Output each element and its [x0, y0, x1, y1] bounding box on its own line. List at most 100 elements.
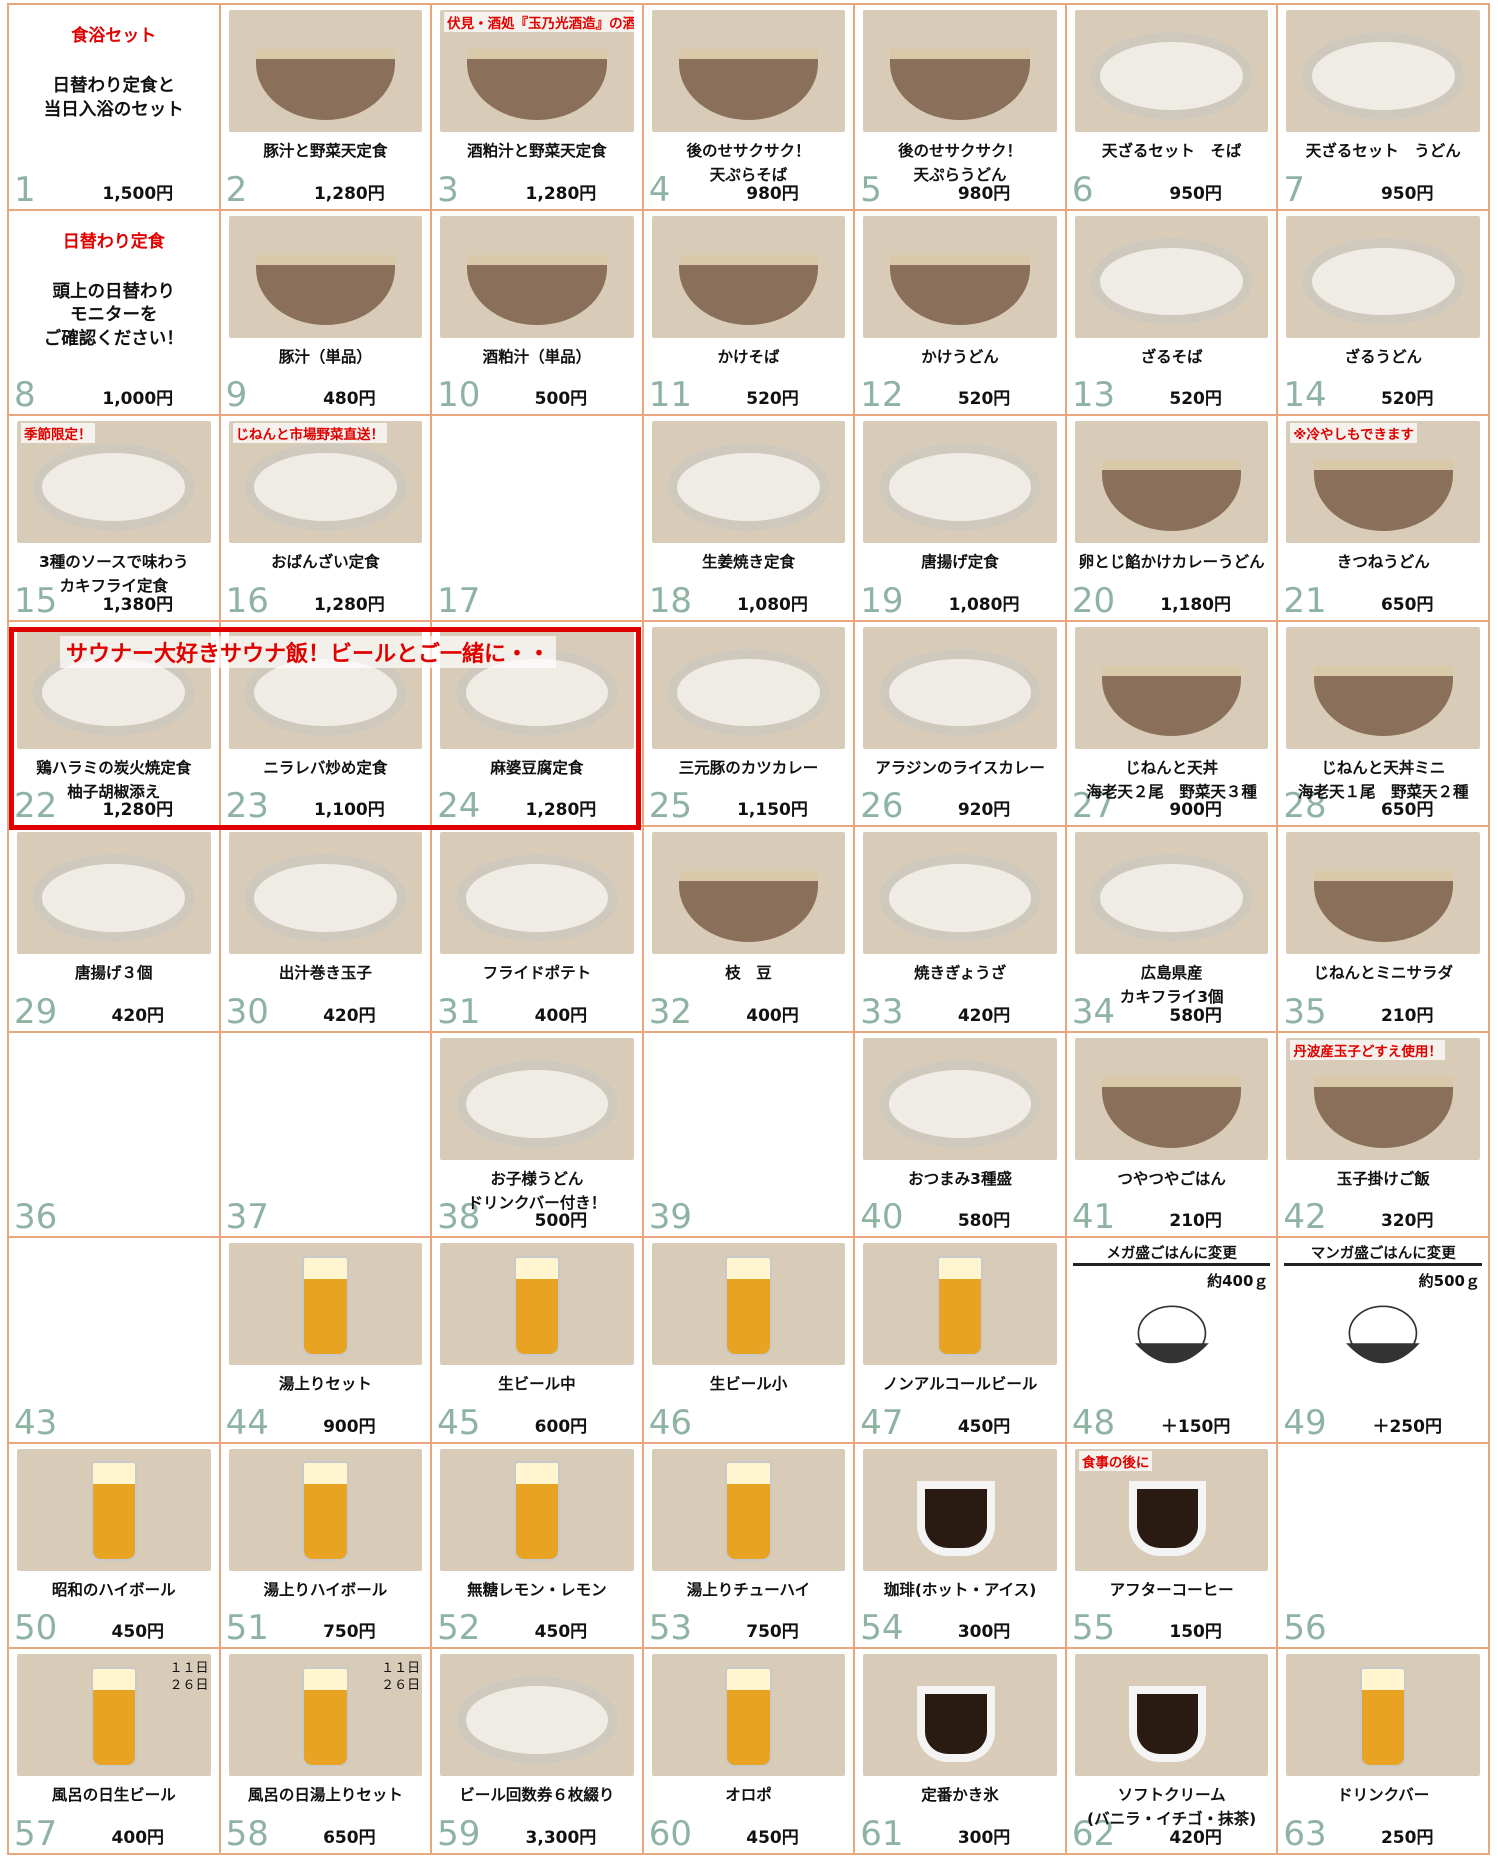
item-photo [228, 215, 423, 338]
menu-item-34[interactable]: 34 広島県産 カキフライ3個 580円 [1066, 827, 1279, 1033]
item-name: かけうどん [921, 347, 999, 366]
bowl-shape [678, 254, 819, 326]
menu-item-54[interactable]: 54 珈琲(ホット・アイス) 300円 [855, 1443, 1067, 1650]
menu-item-49[interactable]: 49 マンガ盛ごはんに変更 約500ｇ ＋250円 [1278, 1238, 1490, 1444]
plate-shape [244, 443, 407, 531]
item-price: 150円 [1169, 1622, 1222, 1643]
item-photo [440, 1243, 634, 1366]
menu-item-29[interactable]: 29 唐揚げ３個 420円 [9, 827, 221, 1033]
item-name: 豚汁と野菜天定食 [263, 142, 388, 160]
bowl-shape [1101, 1076, 1242, 1148]
item-price: 1,080円 [737, 594, 808, 615]
menu-item-45[interactable]: 45 生ビール中 600円 [432, 1238, 644, 1444]
item-name: 唐揚げ３個 [75, 964, 153, 983]
menu-item-11[interactable]: 11 かけそば 520円 [643, 210, 856, 417]
rice-weight: 約500ｇ [1418, 1272, 1480, 1291]
menu-item-25[interactable]: 25 三元豚のカツカレー 1,150円 [643, 621, 856, 828]
menu-item-14[interactable]: 14 ざるうどん 520円 [1278, 210, 1490, 417]
menu-item-30[interactable]: 30 出汁巻き玉子 420円 [220, 827, 433, 1033]
item-price: 480円 [323, 389, 376, 410]
menu-item-58[interactable]: 58 １１日 ２６日 風呂の日湯上りセット 650円 [220, 1649, 433, 1855]
item-photo [1074, 1037, 1269, 1160]
item-price: 520円 [957, 389, 1011, 410]
menu-item-7[interactable]: 7 天ざるセット うどん 950円 [1278, 5, 1490, 211]
menu-item-6[interactable]: 6 天ざるセット そば 950円 [1066, 5, 1279, 211]
menu-item-18[interactable]: 18 生姜焼き定食 1,080円 [643, 416, 856, 622]
menu-item-35[interactable]: 35 じねんとミニサラダ 210円 [1278, 827, 1490, 1033]
menu-item-46[interactable]: 46 生ビール小 [643, 1238, 856, 1444]
item-name: 豚汁（単品） [278, 347, 372, 366]
menu-item-20[interactable]: 20 卵とじ餡かけカレーうどん 1,180円 [1066, 416, 1279, 622]
rice-bowl-icon [1341, 1294, 1425, 1384]
item-price: 420円 [1169, 1828, 1222, 1848]
item-price: 520円 [1380, 389, 1434, 410]
item-photo [228, 10, 423, 132]
plate-shape [878, 1059, 1042, 1148]
menu-item-51[interactable]: 51 湯上りハイボール 750円 [220, 1443, 433, 1650]
item-price: 650円 [1380, 800, 1434, 821]
glass-shape [936, 1255, 984, 1356]
menu-item-50[interactable]: 50 昭和のハイボール 450円 [9, 1443, 221, 1650]
bowl-shape [1101, 665, 1242, 737]
menu-item-5[interactable]: 5 後のせサクサク！ 天ぷらうどん 980円 [855, 5, 1067, 211]
item-price: 1,100円 [313, 800, 385, 821]
menu-item-1[interactable]: 1 食浴セット 日替わり定食と 当日入浴のセット 1,500円 [9, 5, 221, 211]
menu-item-53[interactable]: 53 湯上りチューハイ 750円 [643, 1443, 856, 1650]
menu-item-12[interactable]: 12 かけうどん 520円 [855, 210, 1067, 417]
item-number: 36 [14, 1197, 58, 1238]
menu-item-9[interactable]: 9 豚汁（単品） 480円 [220, 210, 433, 417]
cup-shape [1129, 1480, 1207, 1557]
menu-item-19[interactable]: 19 唐揚げ定食 1,080円 [855, 416, 1067, 622]
menu-item-40[interactable]: 40 おつまみ3種盛 580円 [855, 1032, 1067, 1239]
menu-item-26[interactable]: 26 アラジンのライスカレー 920円 [855, 621, 1067, 828]
menu-item-52[interactable]: 52 無糖レモン・レモン 450円 [432, 1443, 644, 1650]
menu-item-13[interactable]: 13 ざるそば 520円 [1066, 210, 1279, 417]
menu-item-28[interactable]: 28 じねんと天丼ミニ 海老天１尾 野菜天２種 650円 [1278, 621, 1490, 828]
menu-item-48[interactable]: 48 メガ盛ごはんに変更 約400ｇ ＋150円 [1066, 1238, 1279, 1444]
bowl-shape [467, 254, 607, 326]
menu-item-8[interactable]: 8 日替わり定食 頭上の日替わり モニターを ご確認ください！ 1,000円 [9, 210, 221, 417]
item-number: 17 [437, 580, 481, 621]
menu-item-38[interactable]: 38 お子様うどん ドリンクバー付き！ 500円 [432, 1032, 644, 1239]
menu-item-16[interactable]: 16 じねんと市場野菜直送！ おばんざい定食 1,280円 [220, 416, 433, 622]
item-name: おばんざい定食 [271, 553, 380, 572]
item-price: 250円 [1380, 1828, 1434, 1848]
menu-item-59[interactable]: 59 ビール回数券６枚綴り 3,300円 [432, 1649, 644, 1855]
bowl-shape [890, 49, 1030, 120]
menu-item-15[interactable]: 15 季節限定！ 3種のソースで味わう カキフライ定食 1,380円 [9, 416, 221, 622]
item-name: 湯上りハイボール [263, 1580, 388, 1599]
item-number: 46 [648, 1402, 692, 1443]
item-name: 天ざるセット そば [1101, 142, 1242, 160]
item-name: ざるそば [1140, 347, 1203, 366]
menu-item-62[interactable]: 62 ソフトクリーム (バニラ・イチゴ・抹茶) 420円 [1066, 1649, 1279, 1855]
menu-item-47[interactable]: 47 ノンアルコールビール 450円 [855, 1238, 1067, 1444]
item-title: 日替わり定食 [62, 231, 165, 252]
menu-item-33[interactable]: 33 焼きぎょうざ 420円 [855, 827, 1067, 1033]
menu-item-61[interactable]: 61 定番かき氷 300円 [855, 1649, 1067, 1855]
menu-item-2[interactable]: 2 豚汁と野菜天定食 1,280円 [220, 5, 433, 211]
menu-item-60[interactable]: 60 オロポ 450円 [643, 1649, 856, 1855]
item-name: 湯上りセット [278, 1375, 372, 1394]
promo-tag: 丹波産玉子どすえ使用！ [1290, 1039, 1445, 1060]
menu-item-32[interactable]: 32 枝 豆 400円 [643, 827, 856, 1033]
menu-item-55[interactable]: 55 食事の後に アフターコーヒー 150円 [1066, 1443, 1279, 1650]
menu-item-31[interactable]: 31 フライドポテト 400円 [432, 827, 644, 1033]
bowl-shape [678, 49, 819, 120]
menu-item-44[interactable]: 44 湯上りセット 900円 [220, 1238, 433, 1444]
menu-item-63[interactable]: 63 ドリンクバー 250円 [1278, 1649, 1490, 1855]
item-name: きつねうどん [1336, 553, 1430, 572]
menu-item-4[interactable]: 4 後のせサクサク！ 天ぷらそば 980円 [643, 5, 856, 211]
item-photo [863, 1037, 1057, 1160]
menu-item-42[interactable]: 42 丹波産玉子どすえ使用！ 玉子掛けご飯 320円 [1278, 1032, 1490, 1239]
menu-item-57[interactable]: 57 １１日 ２６日 風呂の日生ビール 400円 [9, 1649, 221, 1855]
item-price: 450円 [957, 1416, 1011, 1437]
item-price: 1,280円 [525, 183, 597, 204]
menu-item-41[interactable]: 41 つやつやごはん 210円 [1066, 1032, 1279, 1239]
menu-item-3[interactable]: 3伏見・酒処『玉乃光酒造』の酒粕使用酒粕汁と野菜天定食1,280円 [432, 5, 644, 211]
menu-item-10[interactable]: 10 酒粕汁（単品） 500円 [432, 210, 644, 417]
item-name: おつまみ3種盛 [908, 1169, 1012, 1188]
item-photo [651, 832, 846, 955]
menu-item-21[interactable]: 21 ※冷やしもできます きつねうどん 650円 [1278, 416, 1490, 622]
menu-item-27[interactable]: 27 じねんと天丼 海老天２尾 野菜天３種 900円 [1066, 621, 1279, 828]
item-price: 320円 [1380, 1211, 1434, 1232]
